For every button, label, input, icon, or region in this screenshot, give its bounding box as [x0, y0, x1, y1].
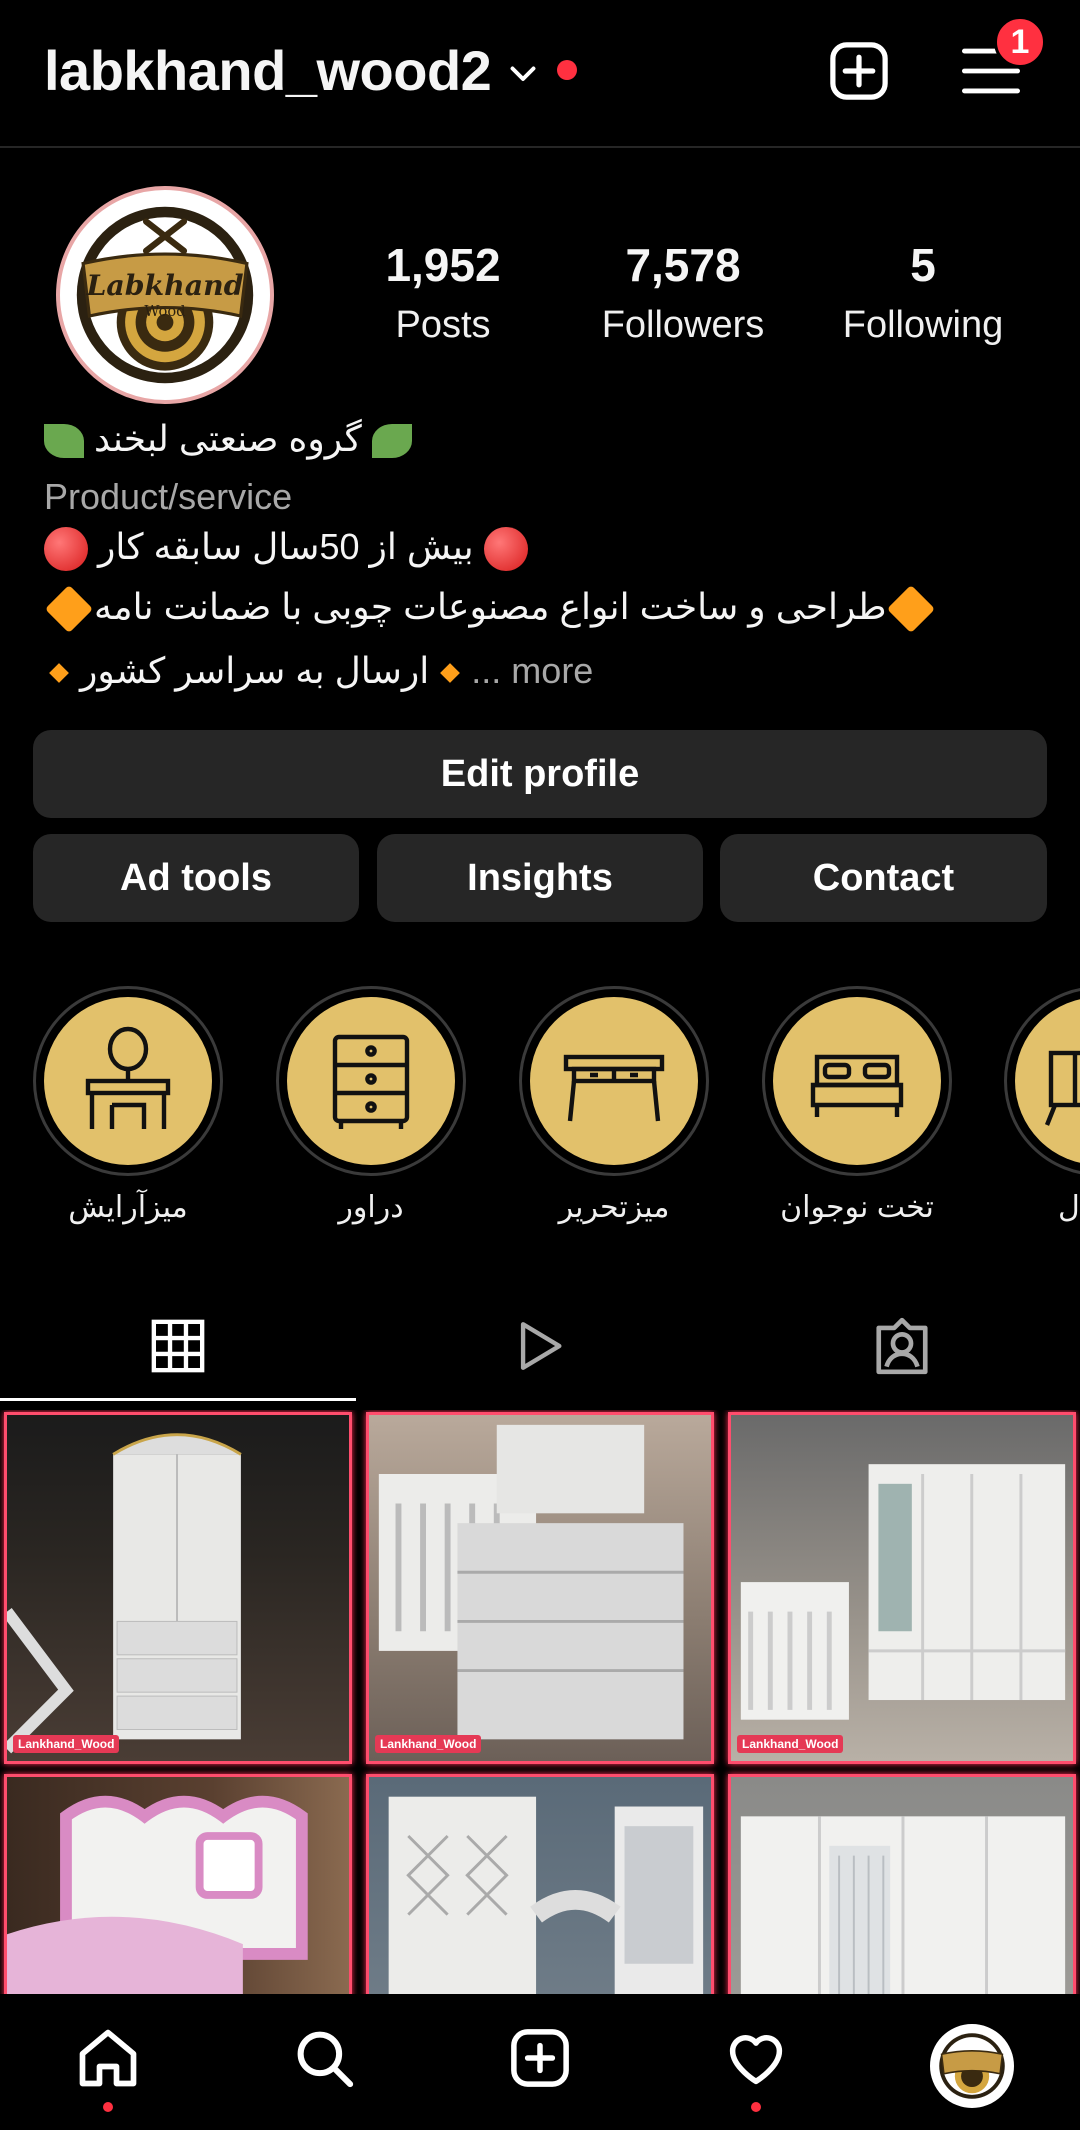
red-circle-icon — [483, 527, 528, 572]
orange-diamond-icon — [44, 585, 94, 634]
bottom-navigation — [0, 1994, 1080, 2130]
svg-text:Wood: Wood — [144, 303, 185, 320]
tab-reels[interactable] — [362, 1290, 718, 1402]
bio-line-shipping: ارسال به سراسر کشور... more — [44, 650, 1036, 692]
tagged-icon — [876, 1317, 928, 1375]
four-door-wardrobe-photo — [740, 1816, 1066, 1994]
bed-icon — [810, 1054, 904, 1117]
contact-button[interactable]: Contact — [720, 834, 1047, 922]
account-username[interactable]: labkhand_wood2 — [44, 38, 492, 103]
notification-badge: 1 — [994, 16, 1046, 68]
highlight-vanity[interactable]: میزآرایش — [33, 986, 223, 1225]
highlight-teen-bed[interactable]: تخت نوجوان — [762, 986, 952, 1225]
edit-profile-button[interactable]: Edit profile — [33, 730, 1047, 818]
nav-profile-avatar[interactable] — [930, 2024, 1014, 2108]
wardrobe-photo — [7, 1433, 242, 1754]
home-icon — [79, 2029, 137, 2087]
highlight-desk[interactable]: میزتحریر — [519, 986, 709, 1225]
small-orange-diamond-icon — [440, 663, 461, 684]
highlight-dresser[interactable]: دراور — [276, 986, 466, 1225]
small-orange-diamond-icon — [49, 663, 69, 684]
bio-line-experience: بیش از 50سال سابقه کار — [44, 526, 1036, 572]
leaf-icon — [44, 424, 84, 459]
profile-display-name: گروه صنعتی لبخند — [44, 418, 1036, 460]
wardrobe-set-photo — [740, 1464, 1066, 1720]
tab-tagged[interactable] — [724, 1290, 1080, 1402]
posts-count: 1,952 — [385, 239, 501, 291]
heart-icon — [729, 2035, 783, 2085]
leaf-icon — [371, 424, 412, 459]
create-post-icon[interactable] — [826, 38, 892, 104]
followers-count: 7,578 — [625, 239, 741, 291]
dresser-icon — [332, 1034, 410, 1129]
crib-dresser-photo — [378, 1424, 684, 1740]
posts-label: Posts — [395, 304, 491, 346]
top-bar: labkhand_wood2 1 — [0, 0, 1080, 148]
nav-create[interactable] — [500, 2018, 580, 2098]
post-thumbnail[interactable] — [366, 1774, 714, 1994]
bio-line-design: طراحی و ساخت انواع مصنوعات چوبی با ضمانت… — [44, 585, 1036, 634]
nav-activity[interactable] — [716, 2018, 796, 2098]
kids-bed-photo — [7, 1795, 308, 1994]
activity-dot — [751, 2102, 761, 2112]
profile-category: Product/service — [44, 476, 293, 517]
post-thumbnail[interactable] — [4, 1774, 352, 1994]
active-tab-indicator — [0, 1398, 356, 1401]
nav-search[interactable] — [284, 2018, 364, 2098]
posts-grid: Lankhand_Wood Lankhand_Wood Lankhand_Woo… — [0, 1410, 1080, 1994]
grid-icon — [151, 1319, 205, 1373]
post-watermark: Lankhand_Wood — [737, 1735, 844, 1753]
followers-stat[interactable]: 7,578 Followers — [573, 238, 793, 347]
post-thumbnail[interactable]: Lankhand_Wood — [366, 1412, 714, 1764]
profile-avatar[interactable]: Labkhand Wood — [56, 186, 274, 404]
following-count: 5 — [910, 239, 936, 291]
followers-label: Followers — [601, 304, 765, 346]
create-icon — [511, 2029, 569, 2087]
insights-button[interactable]: Insights — [377, 834, 703, 922]
post-watermark: Lankhand_Wood — [375, 1735, 482, 1753]
bio-more-link[interactable]: ... more — [471, 650, 593, 691]
nav-home[interactable] — [68, 2018, 148, 2098]
svg-text:Labkhand: Labkhand — [85, 268, 243, 302]
posts-stat[interactable]: 1,952 Posts — [333, 238, 553, 347]
unread-dot — [557, 60, 577, 80]
highlight-partial[interactable]: ل — [1004, 986, 1080, 1225]
home-activity-dot — [103, 2102, 113, 2112]
cabinet-icon — [1044, 1050, 1080, 1126]
tab-posts-grid[interactable] — [0, 1290, 356, 1402]
lattice-wardrobe-photo — [388, 1796, 704, 1994]
search-icon — [297, 2031, 354, 2088]
ad-tools-button[interactable]: Ad tools — [33, 834, 359, 922]
desk-icon — [563, 1054, 665, 1122]
red-circle-icon — [44, 527, 88, 572]
post-thumbnail[interactable]: Lankhand_Wood — [4, 1412, 352, 1764]
post-thumbnail[interactable] — [728, 1774, 1076, 1994]
chevron-down-icon[interactable] — [505, 55, 541, 91]
post-thumbnail[interactable]: Lankhand_Wood — [728, 1412, 1076, 1764]
following-label: Following — [842, 304, 1004, 346]
labkhand-logo-small — [933, 2027, 1011, 2105]
labkhand-logo: Labkhand Wood — [62, 192, 268, 398]
vanity-table-icon — [85, 1026, 171, 1129]
profile-tabs — [0, 1290, 1080, 1402]
reels-icon — [520, 1322, 562, 1370]
orange-diamond-icon — [887, 585, 936, 634]
post-watermark: Lankhand_Wood — [13, 1735, 120, 1753]
following-stat[interactable]: 5 Following — [813, 238, 1033, 347]
